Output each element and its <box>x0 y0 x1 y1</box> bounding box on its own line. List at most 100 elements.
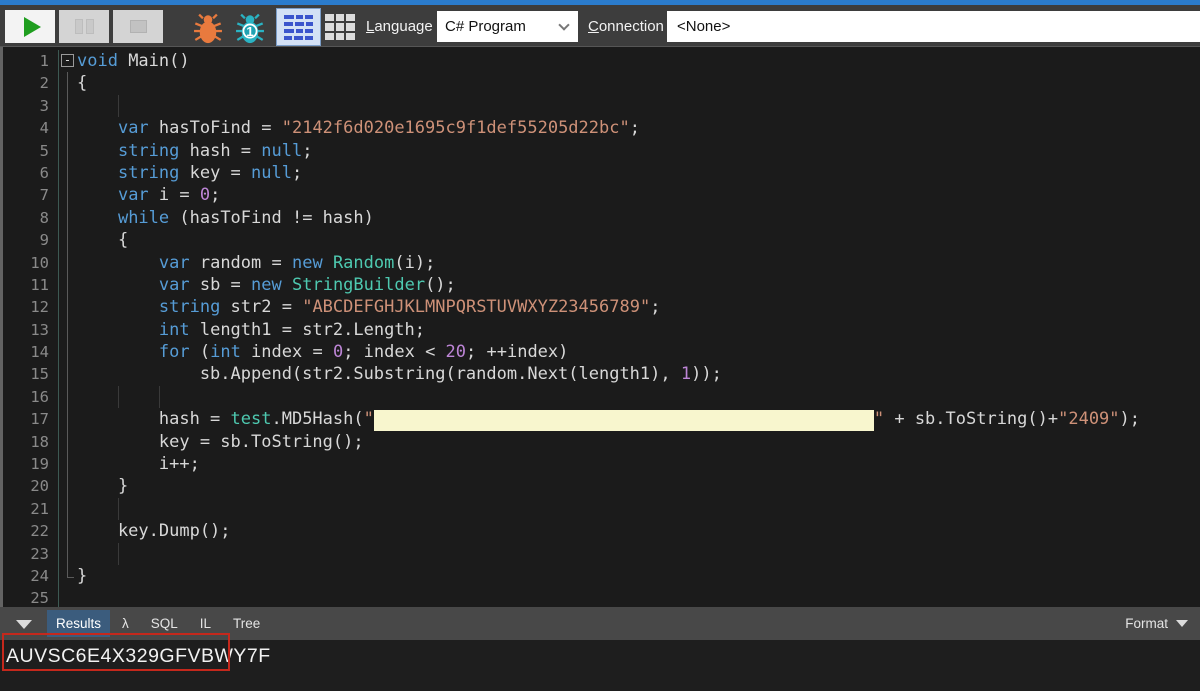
pause-icon <box>75 19 94 34</box>
line-number: 4 <box>3 117 59 139</box>
fold-margin <box>59 453 77 475</box>
code-text: i++; <box>77 453 200 475</box>
fold-margin <box>59 252 77 274</box>
fold-margin <box>59 140 77 162</box>
code-line: 9 { <box>3 229 1200 251</box>
line-number: 24 <box>3 565 59 587</box>
code-line: 8 while (hasToFind != hash) <box>3 207 1200 229</box>
fold-margin <box>59 319 77 341</box>
fold-margin <box>59 207 77 229</box>
connection-field[interactable]: <None> <box>667 11 1200 42</box>
code-text: while (hasToFind != hash) <box>77 207 374 229</box>
line-number: 12 <box>3 296 59 318</box>
debug-bug-1-icon[interactable]: 1 <box>231 12 269 45</box>
line-number: 18 <box>3 431 59 453</box>
code-line: 15 sb.Append(str2.Substring(random.Next(… <box>3 363 1200 385</box>
code-line: 16 <box>3 386 1200 408</box>
code-text: key.Dump(); <box>77 520 231 542</box>
code-line: 3 <box>3 95 1200 117</box>
panel-collapse-icon[interactable] <box>16 620 32 629</box>
code-line: 12 string str2 = "ABCDEFGHJKLMNPQRSTUVWX… <box>3 296 1200 318</box>
fold-margin <box>59 229 77 251</box>
code-line: 13 int length1 = str2.Length; <box>3 319 1200 341</box>
fold-margin <box>59 363 77 385</box>
code-text: void Main() <box>77 50 190 72</box>
fold-margin <box>59 520 77 542</box>
line-number: 20 <box>3 475 59 497</box>
fold-margin <box>59 72 77 94</box>
code-text: sb.Append(str2.Substring(random.Next(len… <box>77 363 722 385</box>
code-text: string hash = null; <box>77 140 312 162</box>
fold-margin: - <box>59 50 77 72</box>
line-number: 9 <box>3 229 59 251</box>
code-line: 22 key.Dump(); <box>3 520 1200 542</box>
rich-text-results-icon[interactable] <box>276 8 321 46</box>
code-text: } <box>77 475 128 497</box>
format-label: Format <box>1125 616 1168 631</box>
code-text: var random = new Random(i); <box>77 252 435 274</box>
code-area: 1-void Main()2{34 var hasToFind = "2142f… <box>3 50 1200 607</box>
code-text: { <box>77 229 128 251</box>
line-number: 15 <box>3 363 59 385</box>
fold-margin <box>59 431 77 453</box>
linqpad-window: 1 Language C# Program Connection <None> … <box>0 0 1200 691</box>
line-number: 3 <box>3 95 59 117</box>
line-number: 8 <box>3 207 59 229</box>
code-line: 18 key = sb.ToString(); <box>3 431 1200 453</box>
tab-tree[interactable]: Tree <box>223 610 270 637</box>
code-text: string key = null; <box>77 162 302 184</box>
code-text: { <box>77 72 87 94</box>
code-text: key = sb.ToString(); <box>77 431 364 453</box>
code-line: 7 var i = 0; <box>3 184 1200 206</box>
redacted-string-highlight <box>374 410 874 431</box>
format-dropdown[interactable]: Format <box>1125 607 1188 640</box>
line-number: 17 <box>3 408 59 430</box>
svg-text:1: 1 <box>246 24 254 39</box>
fold-collapse-icon[interactable]: - <box>61 54 74 67</box>
fold-margin <box>59 565 77 587</box>
line-number: 13 <box>3 319 59 341</box>
code-text: string str2 = "ABCDEFGHJKLMNPQRSTUVWXYZ2… <box>77 296 660 318</box>
line-number: 10 <box>3 252 59 274</box>
line-number: 14 <box>3 341 59 363</box>
code-line: 1-void Main() <box>3 50 1200 72</box>
run-button[interactable] <box>5 10 55 43</box>
connection-value: <None> <box>677 18 730 35</box>
data-grid-results-icon[interactable] <box>325 14 355 40</box>
fold-margin <box>59 296 77 318</box>
code-line: 17 hash = test.MD5Hash("" + sb.ToString(… <box>3 408 1200 430</box>
line-number: 23 <box>3 543 59 565</box>
debug-bug-icon[interactable] <box>189 12 227 45</box>
code-text: for (int index = 0; index < 20; ++index) <box>77 341 568 363</box>
line-number: 19 <box>3 453 59 475</box>
language-label: Language <box>366 18 433 35</box>
code-text: var sb = new StringBuilder(); <box>77 274 456 296</box>
code-text: var hasToFind = "2142f6d020e1695c9f1def5… <box>77 117 640 139</box>
code-line: 6 string key = null; <box>3 162 1200 184</box>
code-text: int length1 = str2.Length; <box>77 319 425 341</box>
stop-button[interactable] <box>113 10 163 43</box>
fold-margin <box>59 95 77 117</box>
line-number: 25 <box>3 587 59 607</box>
code-line: 4 var hasToFind = "2142f6d020e1695c9f1de… <box>3 117 1200 139</box>
fold-margin <box>59 184 77 206</box>
code-line: 14 for (int index = 0; index < 20; ++ind… <box>3 341 1200 363</box>
code-text: var i = 0; <box>77 184 220 206</box>
connection-label: Connection <box>588 18 664 35</box>
pause-button[interactable] <box>59 10 109 43</box>
fold-margin <box>59 386 77 408</box>
line-number: 5 <box>3 140 59 162</box>
language-dropdown[interactable]: C# Program <box>437 11 578 42</box>
result-highlight-annotation <box>2 633 230 671</box>
code-line: 5 string hash = null; <box>3 140 1200 162</box>
fold-margin <box>59 408 77 430</box>
fold-margin <box>59 498 77 520</box>
fold-margin <box>59 162 77 184</box>
fold-margin <box>59 117 77 139</box>
code-line: 20 } <box>3 475 1200 497</box>
code-editor[interactable]: 1-void Main()2{34 var hasToFind = "2142f… <box>0 47 1200 607</box>
code-line: 2{ <box>3 72 1200 94</box>
toolbar: 1 Language C# Program Connection <None> <box>0 5 1200 47</box>
line-number: 7 <box>3 184 59 206</box>
code-line: 19 i++; <box>3 453 1200 475</box>
